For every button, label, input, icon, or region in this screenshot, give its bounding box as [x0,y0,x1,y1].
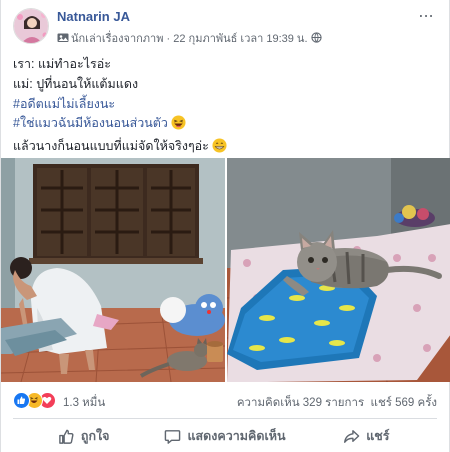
storyteller-badge-icon [57,32,69,43]
like-button[interactable]: ถูกใจ [13,420,154,452]
post-header: Natnarin JA นักเล่าเรื่องจากภาพ · 22 กุม… [13,4,439,47]
post-line: เรา: แม่ทำอะไรอ่ะ [13,57,111,71]
storyteller-badge[interactable]: นักเล่าเรื่องจากภาพ [71,33,163,45]
meta-separator: · [166,33,171,45]
share-count[interactable]: แชร์ 569 ครั้ง [371,397,437,409]
post-line: แม่: ปูที่นอนให้แต้มแดง [13,76,139,91]
engagement-stats: 1.3 หมื่น ความคิดเห็น 329 รายการ แชร์ 56… [13,391,437,411]
share-arrow-icon [343,428,366,445]
post-text: เรา: แม่ทำอะไรอ่ะ แม่: ปูที่นอนให้แต้มแด… [13,55,437,160]
action-bar: ถูกใจ แสดงความคิดเห็น แชร์ [13,420,437,452]
woman-making-bed-photo[interactable] [1,158,225,382]
grinning-emoji-icon [212,138,227,160]
like-label: ถูกใจ [80,429,110,443]
hashtag-link[interactable]: #อดีตแม่ไม่เลี้ยงนะ [13,95,437,115]
share-button[interactable]: แชร์ [296,420,437,452]
actions-divider [13,418,437,419]
reaction-count[interactable]: 1.3 หมื่น [63,394,105,412]
author-name[interactable]: Natnarin JA [57,9,130,24]
post-line: แล้วนางก็นอนแบบที่แม่จัดให้จริงๆอ่ะ [13,139,209,154]
share-label: แชร์ [366,429,390,443]
comment-share-counts: ความคิดเห็น 329 รายการ แชร์ 569 ครั้ง [237,394,437,412]
thumbs-up-icon [58,428,81,445]
globe-icon [310,32,322,45]
hashtag-link[interactable]: #ใช่แมวฉันมีห้องนอนส่วนตัว [13,116,168,130]
post-card: Natnarin JA นักเล่าเรื่องจากภาพ · 22 กุม… [0,0,450,452]
like-reaction-icon [13,392,30,409]
comment-icon [164,428,187,445]
photo-grid [1,158,450,382]
cat-on-mattress-photo[interactable] [227,158,450,382]
more-options-button[interactable]: ... [415,4,437,22]
post-meta: นักเล่าเรื่องจากภาพ · 22 กุมภาพันธ์ เวลา… [57,29,322,47]
comment-label: แสดงความคิดเห็น [187,429,286,443]
comment-count[interactable]: ความคิดเห็น 329 รายการ [237,397,364,409]
laughing-emoji-icon [171,115,186,137]
avatar[interactable] [13,8,49,44]
post-timestamp[interactable]: 22 กุมภาพันธ์ เวลา 19:39 น. [173,33,307,45]
comment-button[interactable]: แสดงความคิดเห็น [154,420,295,452]
